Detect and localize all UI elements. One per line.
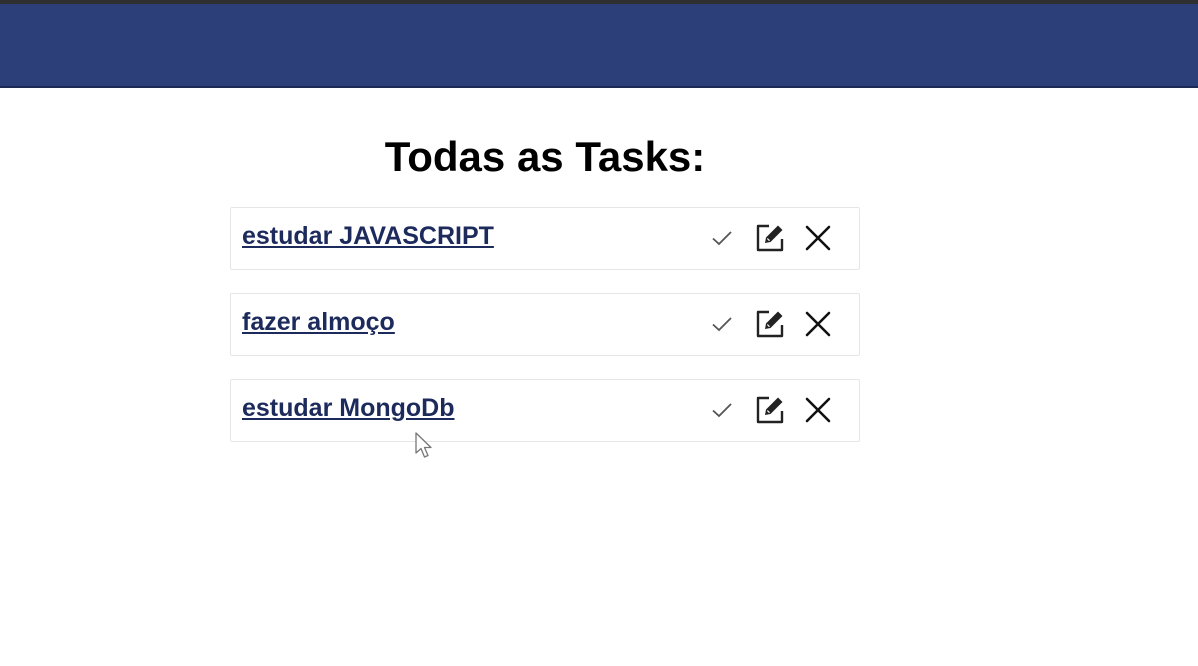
page-title: Todas as Tasks:	[384, 133, 706, 180]
task-title-link[interactable]: estudar JAVASCRIPT	[242, 222, 494, 251]
check-icon[interactable]	[707, 309, 737, 339]
task-actions	[707, 393, 833, 427]
check-icon[interactable]	[707, 223, 737, 253]
edit-icon[interactable]	[753, 393, 787, 427]
task-actions	[707, 307, 833, 341]
close-icon[interactable]	[803, 309, 833, 339]
check-icon[interactable]	[707, 395, 737, 425]
task-card: estudar JAVASCRIPT	[230, 207, 860, 270]
navbar	[0, 4, 1198, 88]
task-actions	[707, 221, 833, 255]
edit-icon[interactable]	[753, 307, 787, 341]
task-card: estudar MongoDb	[230, 379, 860, 442]
close-icon[interactable]	[803, 223, 833, 253]
edit-icon[interactable]	[753, 221, 787, 255]
close-icon[interactable]	[803, 395, 833, 425]
task-card: fazer almoço	[230, 293, 860, 356]
task-title-link[interactable]: estudar MongoDb	[242, 394, 455, 423]
task-title-link[interactable]: fazer almoço	[242, 308, 395, 337]
task-list: estudar JAVASCRIPT fazer almoço estudar …	[230, 207, 860, 465]
